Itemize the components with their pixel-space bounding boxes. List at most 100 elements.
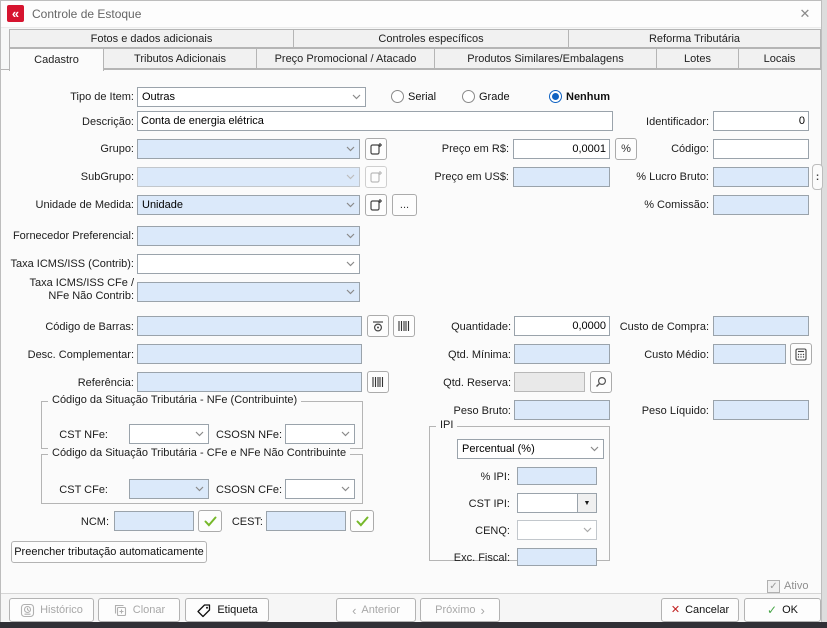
search-reserva-button[interactable] <box>590 371 612 393</box>
custo-medio-label: Custo Médio: <box>611 349 709 362</box>
chevron-left-icon: ‹ <box>352 604 356 617</box>
green-check-icon <box>204 516 217 527</box>
fornecedor-preferencial-label: Fornecedor Preferencial: <box>9 230 134 243</box>
peso-bruto-input[interactable] <box>514 400 610 420</box>
chevron-down-icon <box>337 425 354 443</box>
historico-button[interactable]: Histórico <box>9 598 94 622</box>
codigo-input[interactable] <box>713 139 809 159</box>
qtd-reserva-input[interactable] <box>514 372 585 392</box>
anterior-button[interactable]: ‹ Anterior <box>336 598 416 622</box>
calculator-button[interactable] <box>790 343 812 365</box>
scale-button[interactable] <box>367 315 389 337</box>
clonar-button[interactable]: Clonar <box>98 598 180 622</box>
green-check-icon <box>356 516 369 527</box>
radio-serial-label: Serial <box>408 91 436 103</box>
csosn-cfe-select[interactable] <box>285 479 355 499</box>
barcode-button[interactable] <box>393 315 415 337</box>
tab-reforma-tributaria[interactable]: Reforma Tributária <box>568 29 821 48</box>
radio-serial[interactable] <box>391 90 404 103</box>
identificador-input[interactable] <box>713 111 809 131</box>
tab-controles-especificos[interactable]: Controles específicos <box>293 29 569 48</box>
ncm-input[interactable] <box>114 511 194 531</box>
tab-preco-promocional-atacado[interactable]: Preço Promocional / Atacado <box>256 48 435 69</box>
taxa-icms-nao-contrib-select[interactable] <box>137 282 360 302</box>
unidade-de-medida-label: Unidade de Medida: <box>9 199 134 212</box>
tab-cadastro[interactable]: Cadastro <box>9 48 104 71</box>
etiqueta-button[interactable]: Etiqueta <box>185 598 269 622</box>
barcode-button-referencia[interactable] <box>367 371 389 393</box>
taxa-icms-nao-contrib-label: Taxa ICMS/ISS CFe / NFe Não Contrib: <box>9 277 134 303</box>
codigo-de-barras-input[interactable] <box>137 316 362 336</box>
ipi-pct-input[interactable] <box>517 467 597 485</box>
ncm-validate-button[interactable] <box>198 510 222 532</box>
preco-rs-input[interactable] <box>513 139 610 159</box>
dots-icon: : <box>816 172 819 183</box>
cst-nfe-select[interactable] <box>129 424 209 444</box>
subgrupo-select[interactable] <box>137 167 360 187</box>
add-item-icon <box>369 198 383 212</box>
tipo-de-item-select[interactable]: Outras <box>137 87 366 107</box>
ativo-checkbox[interactable]: ✓ <box>767 580 780 593</box>
tipo-de-item-label: Tipo de Item: <box>9 91 134 104</box>
splitter-dots-button[interactable]: : <box>812 164 823 190</box>
tab-locais[interactable]: Locais <box>738 48 821 69</box>
more-options-button[interactable]: ... <box>392 194 417 216</box>
tab-fotos-e-dados-adicionais[interactable]: Fotos e dados adicionais <box>9 29 294 48</box>
csosn-nfe-select[interactable] <box>285 424 355 444</box>
fornecedor-preferencial-select[interactable] <box>137 226 360 246</box>
csosn-cfe-label: CSOSN CFe: <box>208 484 282 497</box>
cenq-select[interactable] <box>517 520 597 540</box>
quantidade-input[interactable] <box>514 316 610 336</box>
cest-validate-button[interactable] <box>350 510 374 532</box>
custo-de-compra-input[interactable] <box>713 316 809 336</box>
tab-tributos-adicionais[interactable]: Tributos Adicionais <box>103 48 257 69</box>
preencher-tributacao-button[interactable]: Preencher tributação automaticamente <box>11 541 207 563</box>
radio-grade[interactable] <box>462 90 475 103</box>
add-subgrupo-button[interactable] <box>365 166 387 188</box>
chevron-down-icon <box>191 480 208 498</box>
barcode-icon <box>371 376 385 388</box>
preco-uss-input[interactable] <box>513 167 610 187</box>
desc-complementar-input[interactable] <box>137 344 362 364</box>
tag-icon <box>196 603 212 618</box>
add-item-icon <box>369 142 383 156</box>
grupo-select[interactable] <box>137 139 360 159</box>
close-icon[interactable]: ✕ <box>795 5 815 23</box>
cancelar-button[interactable]: ✕ Cancelar <box>661 598 739 622</box>
tab-produtos-similares-embalagens[interactable]: Produtos Similares/Embalagens <box>434 48 657 69</box>
cst-cfe-select[interactable] <box>129 479 209 499</box>
qtd-minima-input[interactable] <box>514 344 610 364</box>
comissao-input[interactable] <box>713 195 809 215</box>
ipi-tipo-select[interactable]: Percentual (%) <box>457 439 604 459</box>
ok-button[interactable]: ✓ OK <box>744 598 821 622</box>
descricao-input[interactable] <box>137 111 613 131</box>
tab-lotes[interactable]: Lotes <box>656 48 739 69</box>
radio-grade-label: Grade <box>479 91 510 103</box>
cest-input[interactable] <box>266 511 346 531</box>
proximo-button[interactable]: Próximo › <box>420 598 500 622</box>
exc-fiscal-input[interactable] <box>517 548 597 566</box>
tab-page-border <box>1 69 821 70</box>
titlebar: « Controle de Estoque ✕ <box>1 1 821 28</box>
window-title: Controle de Estoque <box>32 7 141 21</box>
add-unidade-button[interactable] <box>365 194 387 216</box>
background-bottom-bar <box>0 622 827 628</box>
unidade-de-medida-select[interactable]: Unidade <box>137 195 360 215</box>
chevron-down-icon <box>342 283 359 301</box>
dropdown-arrow-icon: ▼ <box>577 494 596 512</box>
chevron-right-icon: › <box>481 604 485 617</box>
cst-ipi-label: CST IPI: <box>432 498 510 511</box>
taxa-icms-contrib-select[interactable] <box>137 254 360 274</box>
add-grupo-button[interactable] <box>365 138 387 160</box>
cst-nfe-groupbox: Código da Situação Tributária - NFe (Con… <box>41 401 363 449</box>
referencia-label: Referência: <box>9 377 134 390</box>
codigo-label: Código: <box>617 143 709 156</box>
peso-liquido-input[interactable] <box>713 400 809 420</box>
radio-nenhum[interactable] <box>549 90 562 103</box>
custo-medio-input[interactable] <box>713 344 786 364</box>
cst-ipi-select[interactable]: ▼ <box>517 493 597 513</box>
cst-cfe-groupbox: Código da Situação Tributária - CFe e NF… <box>41 454 363 504</box>
lucro-bruto-input[interactable] <box>713 167 809 187</box>
cst-cfe-groupbox-title: Código da Situação Tributária - CFe e NF… <box>48 447 350 459</box>
referencia-input[interactable] <box>137 372 362 392</box>
